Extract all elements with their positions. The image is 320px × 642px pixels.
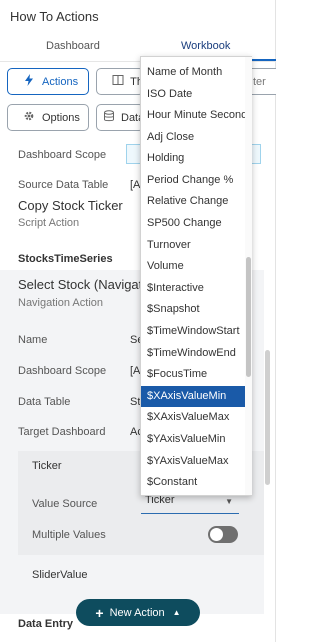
data-table-label: Data Table	[18, 396, 71, 408]
ticker-card-title: Ticker	[32, 460, 62, 472]
nav-dashboard-scope-select[interactable]: [A	[130, 365, 140, 377]
actions-button[interactable]: Actions	[7, 68, 89, 95]
book-icon	[111, 74, 124, 89]
nav-dashboard-scope-label: Dashboard Scope	[18, 365, 107, 377]
dropdown-item[interactable]: Relative Change	[141, 191, 245, 212]
dropdown-item[interactable]: $TimeWindowEnd	[141, 343, 245, 364]
value-source-select[interactable]: Ticker ▼	[141, 494, 239, 514]
dropdown-item[interactable]: $XAxisValueMax	[141, 407, 245, 428]
plus-icon: +	[95, 604, 104, 621]
group-heading: StocksTimeSeries	[18, 253, 113, 265]
dropdown-item[interactable]: $YAxisValueMax	[141, 451, 245, 472]
data-table-select[interactable]: St	[130, 396, 140, 408]
page-title: How To Actions	[10, 9, 99, 24]
options-button[interactable]: Options	[7, 104, 89, 131]
dropdown-item[interactable]: Volume	[141, 256, 245, 277]
lightning-icon	[22, 74, 36, 89]
themes-button[interactable]: Th	[96, 68, 144, 95]
dropdown-item[interactable]: $Interactive	[141, 278, 245, 299]
gear-icon	[22, 110, 36, 125]
data-button[interactable]: Data	[96, 104, 144, 131]
dropdown-item-selected[interactable]: $XAxisValueMin	[141, 386, 245, 407]
tab-dashboard[interactable]: Dashboard	[46, 40, 100, 52]
source-data-table-label: Source Data Table	[18, 179, 109, 191]
dropdown-item[interactable]: $TimeWindowStart	[141, 321, 245, 342]
dropdown-scrollbar[interactable]	[246, 257, 251, 377]
source-data-table-value[interactable]: [A	[130, 179, 140, 191]
value-source-label: Value Source	[32, 498, 98, 510]
dropdown-item[interactable]: SP500 Change	[141, 213, 245, 234]
value-source-dropdown: Name of Month ISO Date Hour Minute Secon…	[140, 56, 252, 496]
dropdown-item[interactable]: Holding	[141, 148, 245, 169]
database-icon	[103, 110, 115, 125]
options-button-label: Options	[42, 111, 80, 124]
dropdown-item[interactable]: $FocusTime	[141, 364, 245, 385]
actions-button-label: Actions	[42, 75, 79, 88]
filter-button-label: ter	[253, 75, 266, 88]
data-entry-heading: Data Entry	[18, 618, 74, 630]
dropdown-item[interactable]: Name of Month	[141, 62, 245, 83]
dropdown-item[interactable]: Turnover	[141, 235, 245, 256]
dropdown-item[interactable]: Adj Close	[141, 127, 245, 148]
new-action-label: New Action	[109, 606, 165, 619]
multiple-values-toggle[interactable]	[208, 526, 238, 543]
dashboard-scope-label: Dashboard Scope	[18, 149, 107, 161]
slider-value-label[interactable]: SliderValue	[32, 569, 87, 581]
toggle-knob	[210, 528, 223, 541]
caret-up-icon: ▲	[172, 608, 181, 617]
dropdown-item[interactable]: $YAxisValueMin	[141, 429, 245, 450]
multiple-values-label: Multiple Values	[32, 529, 106, 541]
dropdown-item[interactable]: ISO Date	[141, 84, 245, 105]
new-action-button[interactable]: + New Action ▲	[76, 599, 200, 626]
actions-panel: How To Actions Dashboard Workbook Action…	[0, 0, 276, 642]
tab-workbook[interactable]: Workbook	[181, 40, 230, 52]
name-label: Name	[18, 334, 48, 346]
dropdown-item[interactable]: $Snapshot	[141, 299, 245, 320]
chevron-down-icon: ▼	[225, 497, 233, 506]
panel-scrollbar[interactable]	[265, 350, 270, 485]
target-dashboard-label: Target Dashboard	[18, 426, 106, 438]
navigation-action-title[interactable]: Select Stock (Navigatio	[18, 277, 152, 292]
dropdown-item[interactable]: Hour Minute Second	[141, 105, 245, 126]
navigation-action-type: Navigation Action	[18, 297, 103, 309]
script-action-type: Script Action	[18, 217, 80, 229]
script-action-title[interactable]: Copy Stock Ticker	[18, 198, 123, 213]
dropdown-item[interactable]: $Constant	[141, 472, 245, 493]
dropdown-item[interactable]: Period Change %	[141, 170, 245, 191]
